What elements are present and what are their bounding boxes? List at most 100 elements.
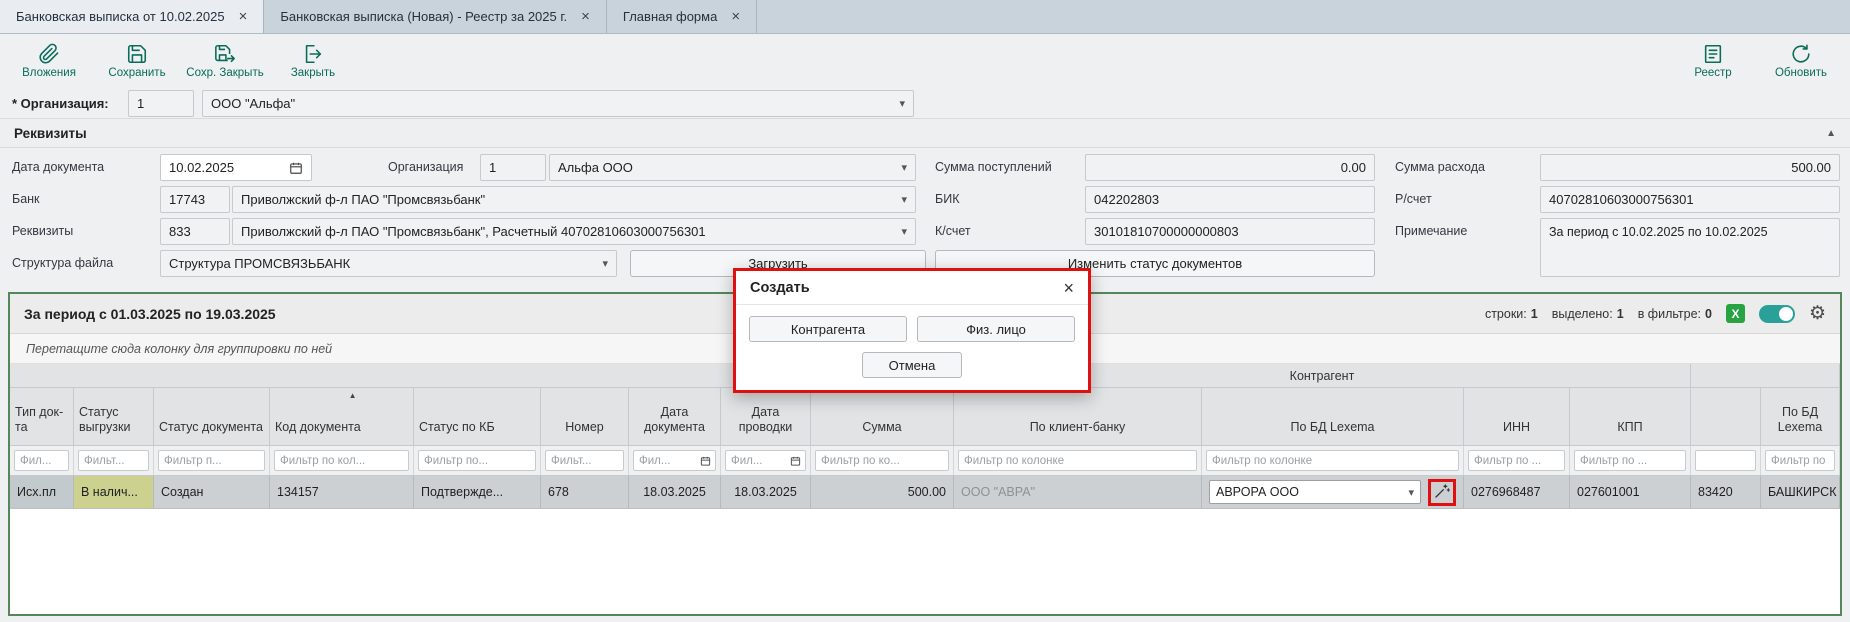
tab-main-form[interactable]: Главная форма × <box>607 0 757 33</box>
cancel-button[interactable]: Отмена <box>862 352 962 378</box>
doc-date-field[interactable]: 10.02.2025 <box>160 154 312 181</box>
column-header-upload-status[interactable]: Статус выгрузки <box>74 388 154 445</box>
cell-kpp[interactable]: 027601001 <box>1570 476 1691 508</box>
filter-input-doc-code[interactable] <box>274 450 409 471</box>
column-header-client-bank[interactable]: По клиент-банку <box>954 388 1202 445</box>
save-close-button[interactable]: Сохр. Закрыть <box>184 43 266 79</box>
save-button[interactable]: Сохранить <box>96 43 178 79</box>
filter-input-number[interactable] <box>545 450 624 471</box>
ks-label: К/счет <box>935 224 971 238</box>
cell-posting-date[interactable]: 18.03.2025 <box>721 476 811 508</box>
filter-input-blank[interactable] <box>1695 450 1756 471</box>
column-header-doc-type[interactable]: Тип док-та <box>10 388 74 445</box>
close-icon[interactable]: × <box>1063 279 1074 297</box>
ks-field[interactable]: 30101810700000000803 <box>1085 218 1375 245</box>
cell-doc-type[interactable]: Исх.пл <box>10 476 74 508</box>
doc-date-label: Дата документа <box>12 160 104 174</box>
file-structure-select[interactable]: Структура ПРОМСВЯЗЬБАНК ▾ <box>160 250 617 277</box>
bank-name-value: Приволжский ф-л ПАО "Промсвязьбанк" <box>241 192 485 207</box>
cell-inn[interactable]: 0276968487 <box>1464 476 1570 508</box>
column-header-doc-code[interactable]: ▲Код документа <box>270 388 414 445</box>
cell-bank-lexema-db[interactable]: БАШКИРСК <box>1761 476 1840 508</box>
org-name-select[interactable]: Альфа ООО ▾ <box>549 154 916 181</box>
tab-label: Главная форма <box>623 9 717 24</box>
filter-input-upload-status[interactable] <box>78 450 149 471</box>
wand-annotation-box <box>1428 479 1456 506</box>
cell-client-bank[interactable]: ООО "АВРА" <box>954 476 1202 508</box>
org-code-field[interactable]: 1 <box>480 154 546 181</box>
cell-doc-status[interactable]: Создан <box>154 476 270 508</box>
column-header-posting-date[interactable]: Дата проводки <box>721 388 811 445</box>
close-icon[interactable]: × <box>581 9 590 24</box>
organization-code-field[interactable]: 1 <box>128 90 194 117</box>
magic-wand-icon[interactable] <box>1434 483 1450 502</box>
chevron-down-icon: ▾ <box>895 193 907 206</box>
column-header-amount[interactable]: Сумма <box>811 388 954 445</box>
filter-input-kpp[interactable] <box>1574 450 1686 471</box>
filter-input-doc-status[interactable] <box>158 450 265 471</box>
bank-code-field[interactable]: 17743 <box>160 186 230 213</box>
column-header-lexema-db[interactable]: По БД Lexema <box>1202 388 1464 445</box>
dialog-header: Создать × <box>736 271 1088 305</box>
registry-button[interactable]: Реестр <box>1672 43 1754 79</box>
filter-input-amount[interactable] <box>815 450 949 471</box>
column-header-doc-status[interactable]: Статус документа <box>154 388 270 445</box>
cell-doc-code[interactable]: 134157 <box>270 476 414 508</box>
attachments-button[interactable]: Вложения <box>8 43 90 79</box>
column-header-blank[interactable] <box>1691 388 1761 445</box>
chevron-down-icon: ▾ <box>596 257 608 270</box>
requisites-code-field[interactable]: 833 <box>160 218 230 245</box>
cell-amount[interactable]: 500.00 <box>811 476 954 508</box>
chevron-down-icon: ▾ <box>1408 486 1414 499</box>
grid-period-title: За период с 01.03.2025 по 19.03.2025 <box>24 306 276 322</box>
column-label: Статус выгрузки <box>79 405 148 436</box>
bik-field[interactable]: 042202803 <box>1085 186 1375 213</box>
collapse-icon[interactable]: ▲ <box>1826 128 1836 139</box>
cell-blank[interactable]: 83420 <box>1691 476 1761 508</box>
note-field[interactable]: За период с 10.02.2025 по 10.02.2025 <box>1540 218 1840 277</box>
tab-bank-statement[interactable]: Банковская выписка от 10.02.2025 × <box>0 0 264 33</box>
refresh-button[interactable]: Обновить <box>1760 43 1842 79</box>
close-icon[interactable]: × <box>239 9 248 24</box>
filter-input-doc-type[interactable] <box>14 450 69 471</box>
counterparty-select[interactable]: АВРОРА ООО ▾ <box>1209 480 1421 504</box>
cell-upload-status[interactable]: В налич... <box>74 476 154 508</box>
expense-label: Сумма расхода <box>1395 160 1485 174</box>
income-field[interactable]: 0.00 <box>1085 154 1375 181</box>
column-header-bank-lexema-db[interactable]: По БД Lexema <box>1761 388 1840 445</box>
column-header-kb-status[interactable]: Статус по КБ <box>414 388 541 445</box>
close-button[interactable]: Закрыть <box>272 43 354 79</box>
create-contractor-button[interactable]: Контрагента <box>749 316 907 342</box>
close-icon[interactable]: × <box>731 9 740 24</box>
group-spacer <box>1691 364 1840 387</box>
filter-input-inn[interactable] <box>1468 450 1565 471</box>
column-header-kpp[interactable]: КПП <box>1570 388 1691 445</box>
cell-doc-date[interactable]: 18.03.2025 <box>629 476 721 508</box>
filter-cell <box>629 446 721 475</box>
table-row[interactable]: Исх.пл В налич... Создан 134157 Подтверж… <box>10 476 1840 509</box>
refresh-icon <box>1790 43 1812 65</box>
cell-number[interactable]: 678 <box>541 476 629 508</box>
filter-toggle[interactable] <box>1759 305 1795 323</box>
excel-export-icon[interactable]: X <box>1726 304 1745 323</box>
tab-bank-statement-registry[interactable]: Банковская выписка (Новая) - Реестр за 2… <box>264 0 607 33</box>
create-person-button[interactable]: Физ. лицо <box>917 316 1075 342</box>
column-header-number[interactable]: Номер <box>541 388 629 445</box>
expense-field[interactable]: 500.00 <box>1540 154 1840 181</box>
rs-field[interactable]: 40702810603000756301 <box>1540 186 1840 213</box>
filter-input-client-bank[interactable] <box>958 450 1197 471</box>
filter-input-lexema-db[interactable] <box>1206 450 1459 471</box>
cell-kb-status[interactable]: Подтвержде... <box>414 476 541 508</box>
calendar-icon <box>289 161 303 175</box>
column-header-inn[interactable]: ИНН <box>1464 388 1570 445</box>
dialog-title: Создать <box>750 280 810 296</box>
gear-icon[interactable]: ⚙ <box>1809 304 1826 323</box>
column-header-doc-date[interactable]: Дата документа <box>629 388 721 445</box>
requisites-select[interactable]: Приволжский ф-л ПАО "Промсвязьбанк", Рас… <box>232 218 916 245</box>
organization-select[interactable]: ООО "Альфа" ▾ <box>202 90 914 117</box>
bank-select[interactable]: Приволжский ф-л ПАО "Промсвязьбанк" ▾ <box>232 186 916 213</box>
file-structure-value: Структура ПРОМСВЯЗЬБАНК <box>169 256 350 271</box>
filter-input-kb-status[interactable] <box>418 450 536 471</box>
filter-input-bank-lexema-db[interactable] <box>1765 450 1835 471</box>
filter-cell <box>1202 446 1464 475</box>
